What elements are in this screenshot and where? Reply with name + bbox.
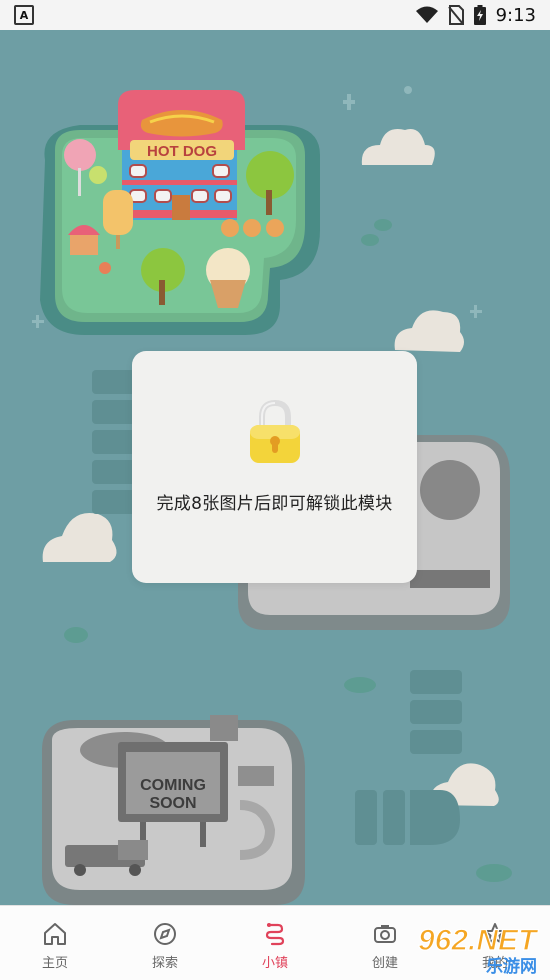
coming-soon-island: COMING SOON [42,715,305,905]
unlock-message: 完成8张图片后即可解锁此模块 [156,494,393,514]
tab-home-label: 主页 [41,956,68,971]
wifi-icon [415,6,438,23]
tab-explore-label: 探索 [151,956,178,971]
padlock-icon [250,399,300,463]
hotdog-sign-text: HOT DOG [147,143,217,160]
camera-icon [371,920,399,948]
tab-home[interactable]: 主页 [0,906,110,980]
no-sim-icon [447,5,464,25]
watermark-line1: 962.NET [418,924,539,957]
coming-soon-line2: SOON [149,795,196,812]
clock: 9:13 [495,4,536,26]
town-icon [261,920,289,948]
home-icon [41,920,69,948]
compass-icon [151,920,179,948]
tab-town-label: 小镇 [261,956,288,971]
tab-explore[interactable]: 探索 [110,906,220,980]
watermark-line2: 乐游网 [486,956,537,976]
site-watermark: 962.NET 乐游网 [417,923,539,976]
tab-town[interactable]: 小镇 [220,906,330,980]
status-bar: A 9:13 [0,0,550,30]
coming-soon-line1: COMING [140,777,206,794]
unlock-requirement-dialog[interactable]: 完成8张图片后即可解锁此模块 [132,351,417,583]
tab-create-label: 创建 [371,956,398,971]
battery-charging-icon [473,5,486,25]
notification-letter: A [19,8,29,22]
notification-a-icon: A [14,5,34,25]
hotdog-island: HOT DOG [40,90,320,335]
